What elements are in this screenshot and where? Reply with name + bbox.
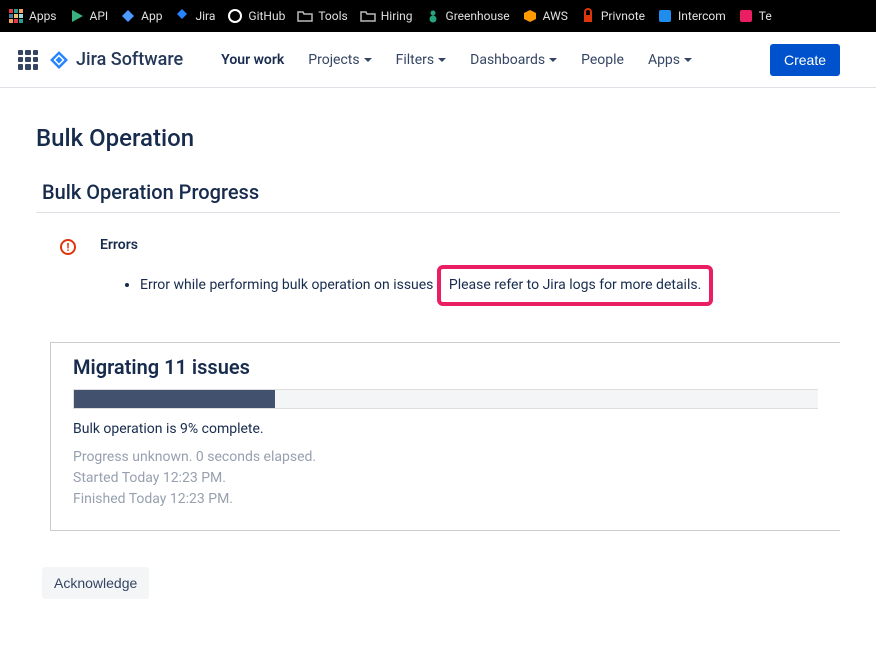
bookmark-label: Apps <box>29 9 57 23</box>
progress-panel: Migrating 11 issues Bulk operation is 9%… <box>50 342 840 531</box>
diamond-icon <box>120 8 136 24</box>
aws-icon <box>522 8 538 24</box>
jira-logo[interactable]: Jira Software <box>48 49 183 71</box>
nav-people[interactable]: People <box>571 46 634 74</box>
nav-your-work[interactable]: Your work <box>211 46 294 74</box>
folder-icon <box>297 8 313 24</box>
error-heading: Errors <box>100 237 840 253</box>
divider <box>36 212 840 213</box>
error-item: Error while performing bulk operation on… <box>140 265 840 306</box>
github-icon <box>227 8 243 24</box>
progress-status: Bulk operation is 9% complete. <box>73 421 818 437</box>
bookmark-hiring[interactable]: Hiring <box>360 8 413 24</box>
bookmark-label: AWS <box>543 9 568 23</box>
bookmark-label: Tools <box>318 9 347 23</box>
top-nav: Jira Software Your work Projects Filters… <box>0 32 876 88</box>
nav-dashboards[interactable]: Dashboards <box>460 46 567 74</box>
error-list: Error while performing bulk operation on… <box>100 265 840 306</box>
bookmark-label: Te <box>759 9 772 23</box>
progress-started: Started Today 12:23 PM. <box>73 468 818 489</box>
nav-filters[interactable]: Filters <box>386 46 457 74</box>
bookmark-api[interactable]: API <box>69 8 109 24</box>
progress-title: Migrating 11 issues <box>73 355 818 379</box>
bookmarks-bar: Apps API App Jira GitHub Tools Hiring Gr… <box>0 0 876 32</box>
play-icon <box>69 8 85 24</box>
bookmark-label: API <box>90 9 109 23</box>
chevron-down-icon <box>549 58 557 62</box>
error-panel: Errors Error while performing bulk opera… <box>36 237 840 306</box>
bookmark-github[interactable]: GitHub <box>227 8 285 24</box>
chevron-down-icon <box>438 58 446 62</box>
nav-projects[interactable]: Projects <box>298 46 381 74</box>
progress-meta: Progress unknown. 0 seconds elapsed. Sta… <box>73 447 818 510</box>
acknowledge-button[interactable]: Acknowledge <box>42 567 149 599</box>
bookmark-privnote[interactable]: Privnote <box>580 8 645 24</box>
section-title: Bulk Operation Progress <box>36 180 840 204</box>
error-text-part1: Error while performing bulk operation on… <box>140 277 437 293</box>
chevron-down-icon <box>684 58 692 62</box>
chevron-down-icon <box>364 58 372 62</box>
bookmark-label: Jira <box>195 9 215 23</box>
page-title: Bulk Operation <box>36 124 840 152</box>
bookmark-aws[interactable]: AWS <box>522 8 568 24</box>
bookmark-app[interactable]: App <box>120 8 162 24</box>
pink-icon <box>738 8 754 24</box>
bookmark-label: Hiring <box>381 9 413 23</box>
bookmark-apps[interactable]: Apps <box>8 8 57 24</box>
nav-items: Your work Projects Filters Dashboards Pe… <box>211 46 702 74</box>
bookmark-label: Privnote <box>601 9 645 23</box>
highlighted-text: Please refer to Jira logs for more detai… <box>437 265 713 306</box>
bookmark-te[interactable]: Te <box>738 8 772 24</box>
nav-apps[interactable]: Apps <box>638 46 702 74</box>
app-name: Jira Software <box>76 49 183 70</box>
create-button[interactable]: Create <box>770 44 840 76</box>
jira-icon <box>174 8 190 24</box>
folder-icon <box>360 8 376 24</box>
bookmark-greenhouse[interactable]: Greenhouse <box>425 8 510 24</box>
grid-icon <box>8 8 24 24</box>
main-content: Bulk Operation Bulk Operation Progress E… <box>0 88 876 623</box>
bookmark-label: Intercom <box>678 9 726 23</box>
progress-finished: Finished Today 12:23 PM. <box>73 489 818 510</box>
bookmark-label: Greenhouse <box>446 9 510 23</box>
bookmark-intercom[interactable]: Intercom <box>657 8 726 24</box>
bookmark-label: GitHub <box>248 9 285 23</box>
progress-bar <box>73 389 818 409</box>
progress-fill <box>74 390 275 408</box>
bookmark-label: App <box>141 9 162 23</box>
jira-diamond-icon <box>48 49 70 71</box>
greenhouse-icon <box>425 8 441 24</box>
bookmark-tools[interactable]: Tools <box>297 8 347 24</box>
error-icon <box>60 239 76 255</box>
intercom-icon <box>657 8 673 24</box>
lock-icon <box>580 8 596 24</box>
bookmark-jira[interactable]: Jira <box>174 8 215 24</box>
app-switcher-icon[interactable] <box>16 48 40 72</box>
progress-unknown: Progress unknown. 0 seconds elapsed. <box>73 447 818 468</box>
